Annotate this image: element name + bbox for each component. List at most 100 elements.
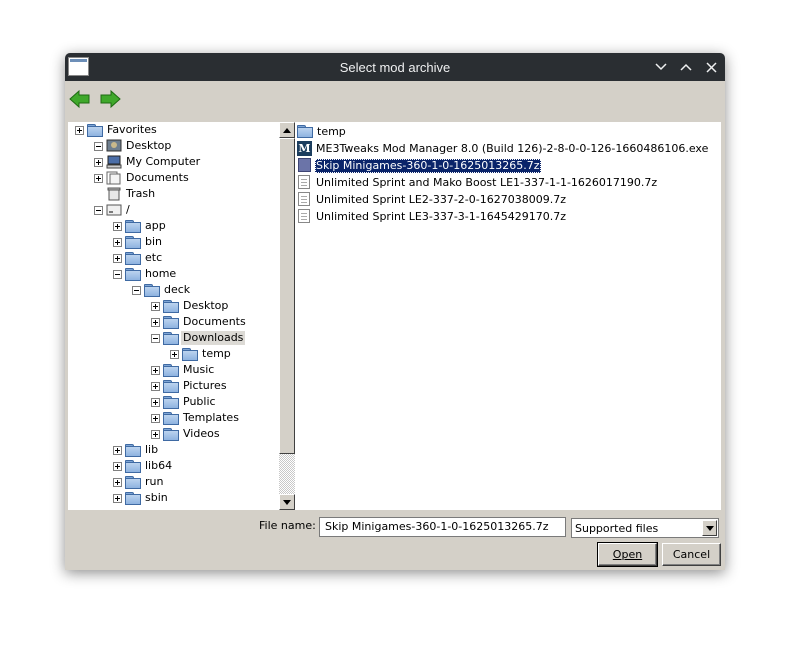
tree-item-label: run (145, 475, 164, 488)
close-button[interactable] (701, 57, 721, 77)
collapse-icon[interactable] (132, 285, 141, 295)
folder-icon (125, 443, 141, 457)
expand-icon[interactable] (151, 413, 160, 423)
scroll-down-button[interactable] (279, 494, 295, 510)
tree-item[interactable]: Desktop (151, 298, 230, 314)
tree-item[interactable]: lib64 (113, 458, 174, 474)
scroll-thumb[interactable] (279, 138, 295, 454)
expand-icon[interactable] (151, 397, 160, 407)
filename-label: File name: (259, 519, 316, 532)
expand-icon[interactable] (94, 173, 103, 183)
tree-item[interactable]: My Computer (94, 154, 202, 170)
tree-item[interactable]: bin (113, 234, 164, 250)
file-row[interactable]: Unlimited Sprint LE3-337-3-1-1645429170.… (297, 208, 567, 225)
tree-item-label: Documents (183, 315, 246, 328)
expand-icon[interactable] (113, 461, 122, 471)
tree-item[interactable]: Trash (94, 186, 157, 202)
folder-icon (163, 411, 179, 425)
file-type-select[interactable]: Supported files (571, 518, 719, 538)
expand-icon[interactable] (94, 157, 103, 167)
document-icon (297, 192, 312, 207)
dropdown-button[interactable] (702, 520, 717, 536)
tree-item[interactable]: Videos (151, 426, 222, 442)
tree-item-label: Desktop (126, 139, 172, 152)
tree-item[interactable]: sbin (113, 490, 170, 506)
collapse-icon[interactable] (94, 141, 103, 151)
expand-icon[interactable] (113, 253, 122, 263)
tree-item[interactable]: deck (132, 282, 192, 298)
arrow-down-icon (283, 499, 291, 505)
back-button[interactable] (69, 89, 91, 109)
tree-item[interactable]: / (94, 202, 132, 218)
folder-tree[interactable]: Favorites Desktop My Computer Documents Tras… (68, 122, 279, 510)
tree-item[interactable]: temp (170, 346, 233, 362)
tree-item[interactable]: lib (113, 442, 160, 458)
file-list[interactable]: temp M ME3Tweaks Mod Manager 8.0 (Build 12… (295, 122, 721, 510)
file-row[interactable]: Unlimited Sprint LE2-337-2-0-1627038009.… (297, 191, 567, 208)
tree-item[interactable]: Music (151, 362, 216, 378)
tree-item[interactable]: run (113, 474, 165, 490)
expand-icon[interactable] (151, 317, 160, 327)
tree-item-label: Public (183, 395, 216, 408)
close-icon (705, 61, 717, 73)
folder-icon (297, 125, 313, 138)
expand-icon[interactable] (113, 477, 122, 487)
scroll-up-button[interactable] (279, 122, 295, 138)
tree-item-label: Videos (183, 427, 220, 440)
file-row[interactable]: temp (297, 123, 347, 140)
expand-icon[interactable] (151, 429, 160, 439)
tree-item[interactable]: Downloads (151, 330, 246, 346)
folder-icon (182, 347, 198, 361)
minimize-button[interactable] (651, 57, 671, 77)
tree-item-label: temp (202, 347, 231, 360)
tree-item[interactable]: Favorites (75, 122, 159, 138)
maximize-button[interactable] (676, 57, 696, 77)
collapse-icon[interactable] (94, 205, 103, 215)
collapse-icon[interactable] (113, 269, 122, 279)
file-row[interactable]: Unlimited Sprint and Mako Boost LE1-337-… (297, 174, 658, 191)
tree-item[interactable]: Desktop (94, 138, 173, 154)
tree-item[interactable]: home (113, 266, 178, 282)
archive-icon (297, 158, 312, 173)
expand-icon[interactable] (113, 445, 122, 455)
tree-item-label: Music (183, 363, 215, 376)
back-arrow-icon (69, 89, 90, 109)
folder-icon (163, 427, 179, 441)
tree-item[interactable]: app (113, 218, 168, 234)
folder-icon (125, 459, 141, 473)
file-row[interactable]: M ME3Tweaks Mod Manager 8.0 (Build 126)-2… (297, 140, 709, 157)
tree-item[interactable]: etc (113, 250, 164, 266)
expand-icon[interactable] (151, 301, 160, 311)
tree-item[interactable]: Public (151, 394, 218, 410)
tree-item[interactable]: Pictures (151, 378, 229, 394)
tree-item-label: Pictures (183, 379, 227, 392)
collapse-icon[interactable] (151, 333, 160, 343)
cancel-button[interactable]: Cancel (662, 543, 721, 566)
expand-icon[interactable] (75, 125, 84, 135)
folder-icon (87, 123, 103, 137)
expand-icon[interactable] (151, 365, 160, 375)
open-button[interactable]: Open (597, 542, 658, 567)
forward-button[interactable] (99, 89, 121, 109)
file-name: Skip Minigames-360-1-0-1625013265.7z (315, 158, 541, 173)
filename-input[interactable]: Skip Minigames-360-1-0-1625013265.7z (319, 517, 566, 537)
folder-icon (125, 235, 141, 249)
tree-item[interactable]: Documents (94, 170, 191, 186)
file-row[interactable]: Skip Minigames-360-1-0-1625013265.7z (297, 157, 541, 174)
expand-icon[interactable] (113, 221, 122, 231)
expand-icon[interactable] (113, 237, 122, 247)
chevron-down-icon (705, 525, 714, 531)
file-type-value: Supported files (575, 522, 659, 535)
expand-icon[interactable] (151, 381, 160, 391)
tree-item-label: My Computer (126, 155, 201, 168)
tree-item-label: home (145, 267, 177, 280)
tree-item-label: lib (145, 443, 159, 456)
expand-icon[interactable] (170, 349, 179, 359)
tree-item[interactable]: Documents (151, 314, 248, 330)
file-name: Unlimited Sprint LE2-337-2-0-1627038009.… (316, 192, 566, 206)
title-bar[interactable]: Select mod archive (65, 53, 725, 81)
folder-icon (163, 363, 179, 377)
tree-scrollbar[interactable] (279, 122, 295, 510)
tree-item[interactable]: Templates (151, 410, 241, 426)
expand-icon[interactable] (113, 493, 122, 503)
